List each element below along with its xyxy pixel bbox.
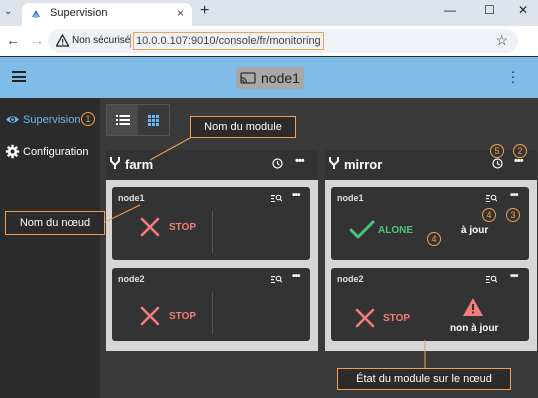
state-label: ALONE (378, 225, 413, 236)
hamburger-menu-icon[interactable] (12, 71, 26, 82)
url-separator (130, 34, 131, 48)
state-label: STOP (383, 313, 411, 324)
sync-status: à jour (461, 225, 489, 236)
sync-status: non à jour (450, 323, 499, 334)
card-menu-icon[interactable]: ••• (292, 190, 300, 201)
node-card-farm-node2: node2 ••• STOP (112, 268, 310, 341)
annotation-number-3: 3 (506, 208, 520, 222)
url-bar[interactable]: Non sécurisé 10.0.0.107:9010/console/fr/… (48, 29, 518, 53)
annotation-module-state: État du module sur le nœud (337, 368, 511, 390)
url-text[interactable]: 10.0.0.107:9010/console/fr/monitoring (133, 32, 324, 50)
node-selector[interactable]: node1 (236, 67, 304, 89)
app-header: node1 · · · (0, 57, 538, 98)
card-node-name: node1 (337, 193, 364, 203)
card-menu-icon[interactable]: ••• (510, 190, 518, 201)
annotation-number-4b: 4 (427, 232, 441, 246)
insecure-label[interactable]: Non sécurisé (72, 35, 130, 46)
details-search-icon[interactable] (271, 194, 282, 202)
history-clock-icon[interactable] (492, 158, 503, 169)
warning-icon (463, 298, 483, 316)
cast-icon (240, 71, 256, 84)
module-panel-farm: farm ••• node1 ••• STOP node2 ••• STOP (106, 150, 318, 351)
card-divider (212, 292, 213, 334)
annotation-number-5: 5 (490, 144, 504, 158)
back-arrow-icon[interactable]: ← (6, 32, 20, 48)
grid-view-button[interactable] (138, 105, 169, 135)
card-node-name: node2 (337, 274, 364, 284)
cross-icon (140, 217, 160, 237)
card-node-name: node1 (118, 193, 145, 203)
sidebar-item-label: Supervision (23, 113, 81, 126)
node-card-farm-node1: node1 ••• STOP (112, 187, 310, 260)
details-search-icon[interactable] (486, 275, 497, 283)
node-card-mirror-node2: node2 ••• STOP non à jour (331, 268, 529, 341)
annotation-module-name: Nom du module (190, 116, 296, 138)
node-title: node1 (261, 70, 300, 86)
module-header: farm ••• (106, 150, 318, 180)
module-branch-icon (110, 157, 120, 169)
card-node-name: node2 (118, 274, 145, 284)
browser-tab-strip: ⌄ Supervision × + — ☐ ✕ (0, 0, 538, 26)
tab-close-icon[interactable]: × (177, 6, 184, 20)
main-content: farm ••• node1 ••• STOP node2 ••• STOP m… (100, 98, 538, 398)
view-toggle (106, 104, 170, 136)
annotation-number-2: 2 (513, 144, 527, 158)
address-toolbar: ← → Non sécurisé 10.0.0.107:9010/console… (0, 26, 538, 56)
gear-icon (5, 144, 20, 159)
grid-icon (148, 114, 159, 126)
sidebar-item-configuration[interactable]: Configuration (5, 144, 88, 159)
module-name: mirror (344, 157, 383, 172)
state-label: STOP (169, 311, 197, 322)
close-window-icon[interactable]: ✕ (518, 3, 528, 17)
module-panel-mirror: mirror ••• node1 ••• ALONE à jour node2 (325, 150, 537, 351)
cross-icon (140, 306, 160, 326)
tab-search-icon[interactable]: ⌄ (4, 6, 12, 17)
new-tab-button[interactable]: + (200, 2, 209, 20)
check-icon (349, 220, 375, 239)
site-favicon-icon (32, 10, 40, 18)
node-card-mirror-node1: node1 ••• ALONE à jour (331, 187, 529, 260)
list-icon (115, 115, 130, 125)
module-branch-icon (329, 157, 339, 169)
card-menu-icon[interactable]: ••• (292, 271, 300, 282)
state-label: STOP (169, 222, 197, 233)
warning-triangle-icon[interactable] (56, 34, 69, 47)
sidebar-item-supervision[interactable]: Supervision (5, 112, 80, 127)
app-menu-kebab-icon[interactable]: · · · (510, 64, 516, 88)
card-menu-icon[interactable]: ••• (510, 271, 518, 282)
maximize-icon[interactable]: ☐ (484, 3, 495, 17)
eye-icon (6, 116, 19, 123)
bookmark-star-icon[interactable]: ☆ (495, 32, 508, 49)
minimize-icon[interactable]: — (444, 3, 456, 17)
tab-title: Supervision (50, 7, 108, 19)
sidebar-item-label: Configuration (23, 145, 89, 158)
card-divider (212, 211, 213, 253)
module-header: mirror ••• (325, 150, 537, 180)
sidebar: Supervision Configuration (0, 98, 100, 398)
list-view-button[interactable] (107, 105, 138, 135)
browser-tab-supervision[interactable]: Supervision × (22, 3, 192, 26)
history-clock-icon[interactable] (272, 158, 283, 169)
cross-icon (355, 308, 375, 328)
details-search-icon[interactable] (486, 194, 497, 202)
module-menu-icon[interactable]: ••• (295, 155, 305, 167)
annotation-number-4: 4 (482, 208, 496, 222)
details-search-icon[interactable] (271, 275, 282, 283)
annotation-node-name: Nom du nœud (5, 211, 105, 235)
forward-arrow-icon[interactable]: → (30, 32, 44, 48)
module-name: farm (125, 157, 154, 172)
annotation-number-1: 1 (81, 112, 95, 126)
